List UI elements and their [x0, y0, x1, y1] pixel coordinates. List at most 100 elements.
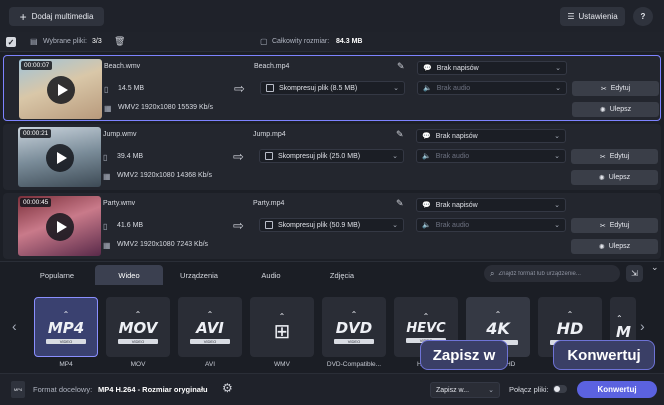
duration-badge: 00:00:45	[20, 198, 52, 207]
tab-popular[interactable]: Popularne	[23, 265, 91, 285]
enhance-label: Ulepsz	[608, 174, 631, 181]
compress-dropdown[interactable]: Skompresuj plik (50.9 MB) ⌄	[259, 218, 404, 232]
scroll-right-arrow-icon[interactable]: ›	[640, 318, 645, 334]
collapse-chevron-icon[interactable]: ⌄	[651, 262, 659, 273]
play-button[interactable]	[46, 213, 74, 241]
output-filename[interactable]: Beach.mp4	[254, 63, 289, 70]
gear-icon[interactable]: ⚙	[222, 381, 233, 395]
duration-badge: 00:00:21	[20, 129, 52, 138]
format-tile-mp4[interactable]: ⌃ MP4 VIDEO	[34, 297, 98, 357]
save-tooltip-text: Zapisz w	[432, 346, 496, 364]
compress-icon	[265, 152, 273, 160]
format-tile-dvd[interactable]: ⌃ DVD VIDEO	[322, 297, 386, 357]
format-name: WMV	[274, 361, 290, 368]
tab-label: Zdjęcia	[329, 270, 355, 280]
tab-devices[interactable]: Urządzenia	[165, 265, 233, 285]
format-logo: 4K	[486, 318, 510, 338]
format-name: MP4	[59, 361, 73, 368]
video-thumbnail[interactable]: 00:00:21	[18, 127, 101, 187]
subtitles-dropdown[interactable]: 💬 Brak napisów ⌄	[416, 129, 566, 143]
output-filename[interactable]: Jump.mp4	[253, 131, 286, 138]
search-box[interactable]: ⌕ Znajdź format lub urządzenie...	[484, 265, 620, 282]
search-icon: ⌕	[490, 268, 495, 278]
bottom-bar: MP4 Format docelowy: MP4 H.264 - Rozmiar…	[0, 373, 664, 405]
export-settings-button[interactable]: ⇲	[626, 265, 643, 282]
chevron-up-icon: ⌃	[566, 309, 574, 319]
edit-button[interactable]: ✂ Edytuj	[571, 149, 658, 164]
rename-pencil-icon[interactable]: ✎	[397, 61, 405, 72]
audio-dropdown[interactable]: 🔈 Brak audio ⌄	[417, 81, 567, 95]
enhance-button[interactable]: ✺ Ulepsz	[571, 170, 658, 185]
file-row[interactable]: 00:00:45 Party.wmv ▯ 41.6 MB ▦ WMV2 1920…	[3, 193, 661, 259]
settings-label: Ustawienia	[578, 12, 618, 21]
play-button[interactable]	[46, 144, 74, 172]
toggle-knob	[554, 386, 560, 392]
help-button[interactable]: ?	[633, 7, 653, 26]
tab-label: Audio	[261, 270, 281, 280]
chevron-down-icon: ⌄	[555, 65, 561, 72]
add-media-button[interactable]: + Dodaj multimedia	[9, 7, 104, 26]
output-filename[interactable]: Party.mp4	[253, 200, 284, 207]
format-tile-avi[interactable]: ⌃ AVI VIDEO	[178, 297, 242, 357]
summary-bar: ✓ ▤ Wybrane pliki: 3/3 🗑 ▢ Całkowity roz…	[0, 32, 664, 52]
convert-arrow-icon: ⇨	[233, 149, 244, 164]
convert-arrow-icon: ⇨	[234, 81, 245, 96]
chevron-up-icon: ⌃	[422, 311, 430, 321]
subtitles-dropdown[interactable]: 💬 Brak napisów ⌄	[417, 61, 567, 75]
chevron-up-icon: ⌃	[350, 310, 358, 319]
scissors-icon: ✂	[600, 85, 607, 93]
format-logo-sub: VIDEO	[190, 339, 230, 344]
chevron-down-icon: ⌄	[392, 222, 398, 229]
film-icon: ▦	[103, 241, 111, 250]
format-tile-wmv[interactable]: ⌃ ⊞	[250, 297, 314, 357]
format-tile-mov[interactable]: ⌃ MOV VIDEO	[106, 297, 170, 357]
merge-files-toggle[interactable]	[553, 385, 567, 393]
video-thumbnail[interactable]: 00:00:07	[19, 59, 102, 119]
enhance-icon: ✺	[599, 106, 606, 114]
duration-text: 00:00:07	[24, 62, 50, 69]
play-button[interactable]	[47, 76, 75, 104]
convert-button[interactable]: Konwertuj	[577, 381, 657, 398]
rename-pencil-icon[interactable]: ✎	[396, 129, 404, 140]
edit-button[interactable]: ✂ Edytuj	[572, 81, 659, 96]
edit-label: Edytuj	[609, 153, 630, 160]
rename-pencil-icon[interactable]: ✎	[396, 198, 404, 209]
film-icon: ▦	[104, 104, 112, 113]
trash-icon[interactable]: 🗑	[114, 36, 125, 47]
source-filename: Party.wmv	[103, 200, 136, 207]
file-row[interactable]: 00:00:07 Beach.wmv ▯ 14.5 MB ▦ WMV2 1920…	[3, 55, 661, 121]
audio-dropdown[interactable]: 🔈 Brak audio ⌄	[416, 149, 566, 163]
select-all-checkbox[interactable]: ✓	[6, 37, 16, 47]
format-name: AVI	[205, 361, 215, 368]
chevron-down-icon: ⌄	[393, 85, 399, 92]
tab-video[interactable]: Wideo	[95, 265, 163, 285]
file-row[interactable]: 00:00:21 Jump.wmv ▯ 39.4 MB ▦ WMV2 1920x…	[3, 124, 661, 190]
compress-dropdown[interactable]: Skompresuj plik (8.5 MB) ⌄	[260, 81, 405, 95]
merge-files-label: Połącz pliki:	[509, 385, 549, 394]
source-info: WMV2 1920x1080 7243 Kb/s	[117, 241, 209, 248]
settings-button[interactable]: ☰ Ustawienia	[560, 7, 625, 26]
source-filename: Jump.wmv	[103, 131, 137, 138]
convert-label: Konwertuj	[597, 385, 637, 394]
speaker-icon: 🔈	[422, 222, 431, 229]
duration-badge: 00:00:07	[21, 61, 53, 70]
enhance-button[interactable]: ✺ Ulepsz	[572, 102, 659, 117]
search-input[interactable]: Znajdź format lub urządzenie...	[498, 271, 580, 277]
compress-icon	[265, 221, 273, 229]
tab-audio[interactable]: Audio	[237, 265, 305, 285]
enhance-button[interactable]: ✺ Ulepsz	[571, 239, 658, 254]
edit-button[interactable]: ✂ Edytuj	[571, 218, 658, 233]
compress-dropdown[interactable]: Skompresuj plik (25.0 MB) ⌄	[259, 149, 404, 163]
audio-dropdown[interactable]: 🔈 Brak audio ⌄	[416, 218, 566, 232]
tab-images[interactable]: Zdjęcia	[308, 265, 376, 285]
video-thumbnail[interactable]: 00:00:45	[18, 196, 101, 256]
subtitles-value: Brak napisów	[435, 201, 478, 209]
subtitles-dropdown[interactable]: 💬 Brak napisów ⌄	[416, 198, 566, 212]
tab-label: Urządzenia	[180, 270, 218, 280]
source-filename: Beach.wmv	[104, 63, 141, 70]
target-format-value: MP4 H.264 - Rozmiar oryginału	[98, 385, 208, 394]
target-format-label: Format docelowy:	[33, 385, 93, 394]
save-location-dropdown[interactable]: Zapisz w... ⌄	[430, 382, 500, 398]
scroll-left-arrow-icon[interactable]: ‹	[12, 318, 17, 334]
format-logo: AVI	[196, 319, 224, 337]
